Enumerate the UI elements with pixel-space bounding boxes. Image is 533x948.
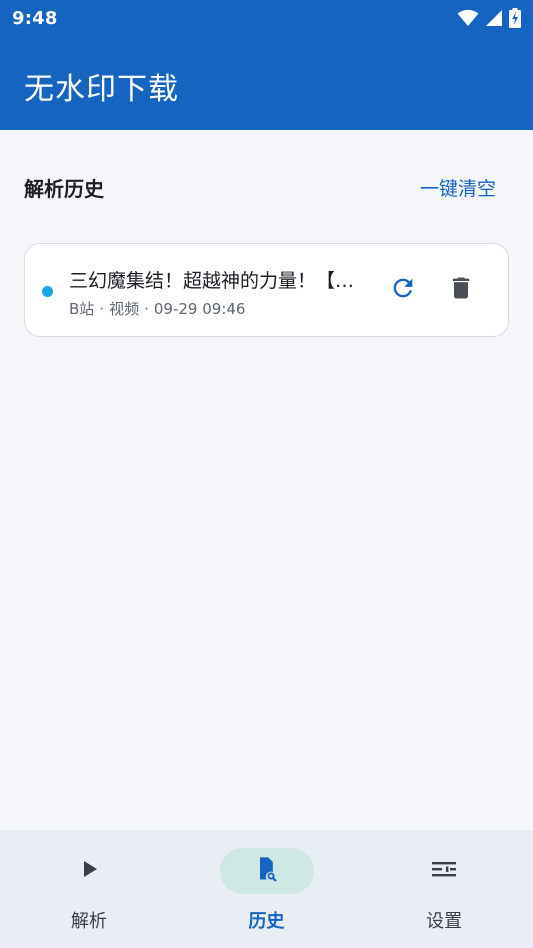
nav-label-settings: 设置 xyxy=(426,911,463,932)
status-icons xyxy=(457,8,521,28)
battery-charging-icon xyxy=(509,8,521,28)
app-bar: 9:48 无水印下载 xyxy=(0,0,533,130)
section-title: 解析历史 xyxy=(24,176,104,201)
app-title: 无水印下载 xyxy=(24,72,179,107)
status-time: 9:48 xyxy=(12,7,58,29)
nav-item-settings[interactable]: 设置 xyxy=(355,830,533,948)
history-search-icon xyxy=(253,855,281,887)
history-item[interactable]: 三幻魔集结！超越神的力量！【… B站 · 视频 · 09-29 09:46 xyxy=(24,243,509,337)
meta-separator: · xyxy=(99,300,105,318)
play-icon xyxy=(77,857,101,885)
bottom-nav: 解析 历史 设置 xyxy=(0,830,533,948)
history-item-time: 09-29 09:46 xyxy=(153,300,246,318)
wifi-icon xyxy=(457,9,479,27)
nav-icon-container xyxy=(42,848,136,894)
status-dot xyxy=(42,286,53,297)
nav-icon-container xyxy=(219,848,314,894)
delete-button[interactable] xyxy=(443,272,479,308)
history-item-title: 三幻魔集结！超越神的力量！【… xyxy=(69,270,355,292)
refresh-button[interactable] xyxy=(385,272,421,308)
nav-icon-container xyxy=(397,848,491,894)
tune-icon xyxy=(431,857,457,885)
clear-all-button[interactable]: 一键清空 xyxy=(420,174,510,201)
signal-icon xyxy=(485,9,503,27)
history-item-source: B站 xyxy=(69,300,95,318)
nav-item-history[interactable]: 历史 xyxy=(178,830,356,948)
refresh-icon xyxy=(389,274,417,306)
history-item-type: 视频 xyxy=(109,300,140,318)
meta-separator: · xyxy=(144,300,149,318)
status-bar: 9:48 xyxy=(0,0,533,36)
nav-item-parse[interactable]: 解析 xyxy=(0,830,178,948)
nav-label-parse: 解析 xyxy=(70,911,107,932)
nav-label-history: 历史 xyxy=(248,911,285,932)
section-header: 解析历史 一键清空 xyxy=(24,170,510,204)
delete-icon xyxy=(447,274,475,306)
history-item-meta: B站 · 视频 · 09-29 09:46 xyxy=(69,298,245,319)
